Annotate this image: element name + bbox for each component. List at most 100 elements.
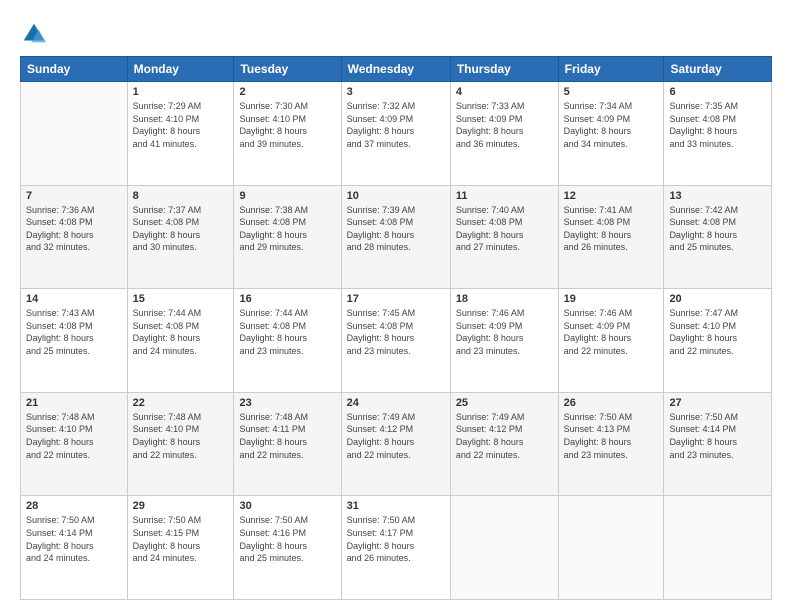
day-number: 2 — [239, 86, 335, 98]
calendar-header-friday: Friday — [558, 57, 664, 82]
calendar-week-4: 21 Sunrise: 7:48 AMSunset: 4:10 PMDayligh… — [21, 392, 772, 496]
day-number: 10 — [347, 190, 445, 202]
day-number: 29 — [133, 500, 229, 512]
calendar-header-row: SundayMondayTuesdayWednesdayThursdayFrid… — [21, 57, 772, 82]
day-number: 24 — [347, 397, 445, 409]
day-info: Sunrise: 7:41 AMSunset: 4:08 PMDaylight:… — [564, 204, 659, 254]
calendar-cell: 31 Sunrise: 7:50 AMSunset: 4:17 PMDayligh… — [341, 496, 450, 600]
day-number: 16 — [239, 293, 335, 305]
calendar-cell: 17 Sunrise: 7:45 AMSunset: 4:08 PMDayligh… — [341, 289, 450, 393]
day-number: 21 — [26, 397, 122, 409]
day-info: Sunrise: 7:50 AMSunset: 4:17 PMDaylight:… — [347, 514, 445, 564]
calendar-cell: 11 Sunrise: 7:40 AMSunset: 4:08 PMDayligh… — [450, 185, 558, 289]
calendar-cell: 10 Sunrise: 7:39 AMSunset: 4:08 PMDayligh… — [341, 185, 450, 289]
day-number: 7 — [26, 190, 122, 202]
day-number: 11 — [456, 190, 553, 202]
calendar-cell: 15 Sunrise: 7:44 AMSunset: 4:08 PMDayligh… — [127, 289, 234, 393]
day-info: Sunrise: 7:32 AMSunset: 4:09 PMDaylight:… — [347, 100, 445, 150]
calendar-cell: 20Sunrise: 7:47 AMSunset: 4:10 PMDayligh… — [664, 289, 772, 393]
calendar-cell: 30 Sunrise: 7:50 AMSunset: 4:16 PMDayligh… — [234, 496, 341, 600]
calendar-week-1: 1Sunrise: 7:29 AMSunset: 4:10 PMDaylight… — [21, 82, 772, 186]
day-info: Sunrise: 7:48 AMSunset: 4:10 PMDaylight:… — [133, 411, 229, 461]
logo — [20, 20, 50, 48]
calendar-cell: 14 Sunrise: 7:43 AMSunset: 4:08 PMDayligh… — [21, 289, 128, 393]
calendar-table: SundayMondayTuesdayWednesdayThursdayFrid… — [20, 56, 772, 600]
day-number: 6 — [669, 86, 766, 98]
day-number: 14 — [26, 293, 122, 305]
day-info: Sunrise: 7:29 AMSunset: 4:10 PMDaylight:… — [133, 100, 229, 150]
day-info: Sunrise: 7:37 AMSunset: 4:08 PMDaylight:… — [133, 204, 229, 254]
calendar-header-sunday: Sunday — [21, 57, 128, 82]
calendar-cell: 9 Sunrise: 7:38 AMSunset: 4:08 PMDaylight… — [234, 185, 341, 289]
day-info: Sunrise: 7:50 AMSunset: 4:15 PMDaylight:… — [133, 514, 229, 564]
day-info: Sunrise: 7:48 AMSunset: 4:11 PMDaylight:… — [239, 411, 335, 461]
day-info: Sunrise: 7:36 AMSunset: 4:08 PMDaylight:… — [26, 204, 122, 254]
day-info: Sunrise: 7:46 AMSunset: 4:09 PMDaylight:… — [564, 307, 659, 357]
day-number: 26 — [564, 397, 659, 409]
day-info: Sunrise: 7:39 AMSunset: 4:08 PMDaylight:… — [347, 204, 445, 254]
calendar-cell: 26 Sunrise: 7:50 AMSunset: 4:13 PMDayligh… — [558, 392, 664, 496]
page: SundayMondayTuesdayWednesdayThursdayFrid… — [0, 0, 792, 612]
day-number: 17 — [347, 293, 445, 305]
calendar-header-saturday: Saturday — [664, 57, 772, 82]
calendar-cell — [558, 496, 664, 600]
calendar-cell: 27 Sunrise: 7:50 AMSunset: 4:14 PMDayligh… — [664, 392, 772, 496]
calendar-cell: 8 Sunrise: 7:37 AMSunset: 4:08 PMDaylight… — [127, 185, 234, 289]
day-info: Sunrise: 7:46 AMSunset: 4:09 PMDaylight:… — [456, 307, 553, 357]
day-info: Sunrise: 7:50 AMSunset: 4:14 PMDaylight:… — [26, 514, 122, 564]
calendar-cell: 22Sunrise: 7:48 AMSunset: 4:10 PMDayligh… — [127, 392, 234, 496]
day-number: 18 — [456, 293, 553, 305]
day-info: Sunrise: 7:38 AMSunset: 4:08 PMDaylight:… — [239, 204, 335, 254]
day-number: 12 — [564, 190, 659, 202]
day-info: Sunrise: 7:35 AMSunset: 4:08 PMDaylight:… — [669, 100, 766, 150]
day-info: Sunrise: 7:50 AMSunset: 4:13 PMDaylight:… — [564, 411, 659, 461]
day-number: 15 — [133, 293, 229, 305]
day-info: Sunrise: 7:50 AMSunset: 4:16 PMDaylight:… — [239, 514, 335, 564]
calendar-cell: 5 Sunrise: 7:34 AMSunset: 4:09 PMDaylight… — [558, 82, 664, 186]
calendar-cell: 19 Sunrise: 7:46 AMSunset: 4:09 PMDayligh… — [558, 289, 664, 393]
day-number: 31 — [347, 500, 445, 512]
day-number: 28 — [26, 500, 122, 512]
calendar-cell: 3Sunrise: 7:32 AMSunset: 4:09 PMDaylight… — [341, 82, 450, 186]
calendar-week-5: 28 Sunrise: 7:50 AMSunset: 4:14 PMDayligh… — [21, 496, 772, 600]
day-number: 25 — [456, 397, 553, 409]
day-info: Sunrise: 7:47 AMSunset: 4:10 PMDaylight:… — [669, 307, 766, 357]
day-info: Sunrise: 7:45 AMSunset: 4:08 PMDaylight:… — [347, 307, 445, 357]
calendar-cell: 2 Sunrise: 7:30 AMSunset: 4:10 PMDaylight… — [234, 82, 341, 186]
calendar-week-3: 14 Sunrise: 7:43 AMSunset: 4:08 PMDayligh… — [21, 289, 772, 393]
day-info: Sunrise: 7:43 AMSunset: 4:08 PMDaylight:… — [26, 307, 122, 357]
calendar-header-tuesday: Tuesday — [234, 57, 341, 82]
day-info: Sunrise: 7:49 AMSunset: 4:12 PMDaylight:… — [456, 411, 553, 461]
calendar-cell: 29 Sunrise: 7:50 AMSunset: 4:15 PMDayligh… — [127, 496, 234, 600]
day-number: 9 — [239, 190, 335, 202]
day-number: 27 — [669, 397, 766, 409]
calendar-cell: 7 Sunrise: 7:36 AMSunset: 4:08 PMDaylight… — [21, 185, 128, 289]
day-info: Sunrise: 7:44 AMSunset: 4:08 PMDaylight:… — [133, 307, 229, 357]
calendar-cell: 1Sunrise: 7:29 AMSunset: 4:10 PMDaylight… — [127, 82, 234, 186]
calendar-cell: 23 Sunrise: 7:48 AMSunset: 4:11 PMDayligh… — [234, 392, 341, 496]
day-number: 8 — [133, 190, 229, 202]
logo-icon — [20, 20, 48, 48]
calendar-cell — [21, 82, 128, 186]
day-info: Sunrise: 7:34 AMSunset: 4:09 PMDaylight:… — [564, 100, 659, 150]
day-number: 5 — [564, 86, 659, 98]
calendar-cell: 6 Sunrise: 7:35 AMSunset: 4:08 PMDaylight… — [664, 82, 772, 186]
day-number: 4 — [456, 86, 553, 98]
day-info: Sunrise: 7:50 AMSunset: 4:14 PMDaylight:… — [669, 411, 766, 461]
calendar-cell — [664, 496, 772, 600]
calendar-cell: 25 Sunrise: 7:49 AMSunset: 4:12 PMDayligh… — [450, 392, 558, 496]
day-number: 30 — [239, 500, 335, 512]
calendar-cell — [450, 496, 558, 600]
calendar-cell: 18 Sunrise: 7:46 AMSunset: 4:09 PMDayligh… — [450, 289, 558, 393]
calendar-header-thursday: Thursday — [450, 57, 558, 82]
day-number: 19 — [564, 293, 659, 305]
calendar-cell: 28 Sunrise: 7:50 AMSunset: 4:14 PMDayligh… — [21, 496, 128, 600]
calendar-cell: 4 Sunrise: 7:33 AMSunset: 4:09 PMDaylight… — [450, 82, 558, 186]
day-info: Sunrise: 7:42 AMSunset: 4:08 PMDaylight:… — [669, 204, 766, 254]
day-info: Sunrise: 7:40 AMSunset: 4:08 PMDaylight:… — [456, 204, 553, 254]
calendar-header-wednesday: Wednesday — [341, 57, 450, 82]
day-info: Sunrise: 7:33 AMSunset: 4:09 PMDaylight:… — [456, 100, 553, 150]
calendar-cell: 21Sunrise: 7:48 AMSunset: 4:10 PMDayligh… — [21, 392, 128, 496]
day-info: Sunrise: 7:30 AMSunset: 4:10 PMDaylight:… — [239, 100, 335, 150]
day-number: 23 — [239, 397, 335, 409]
